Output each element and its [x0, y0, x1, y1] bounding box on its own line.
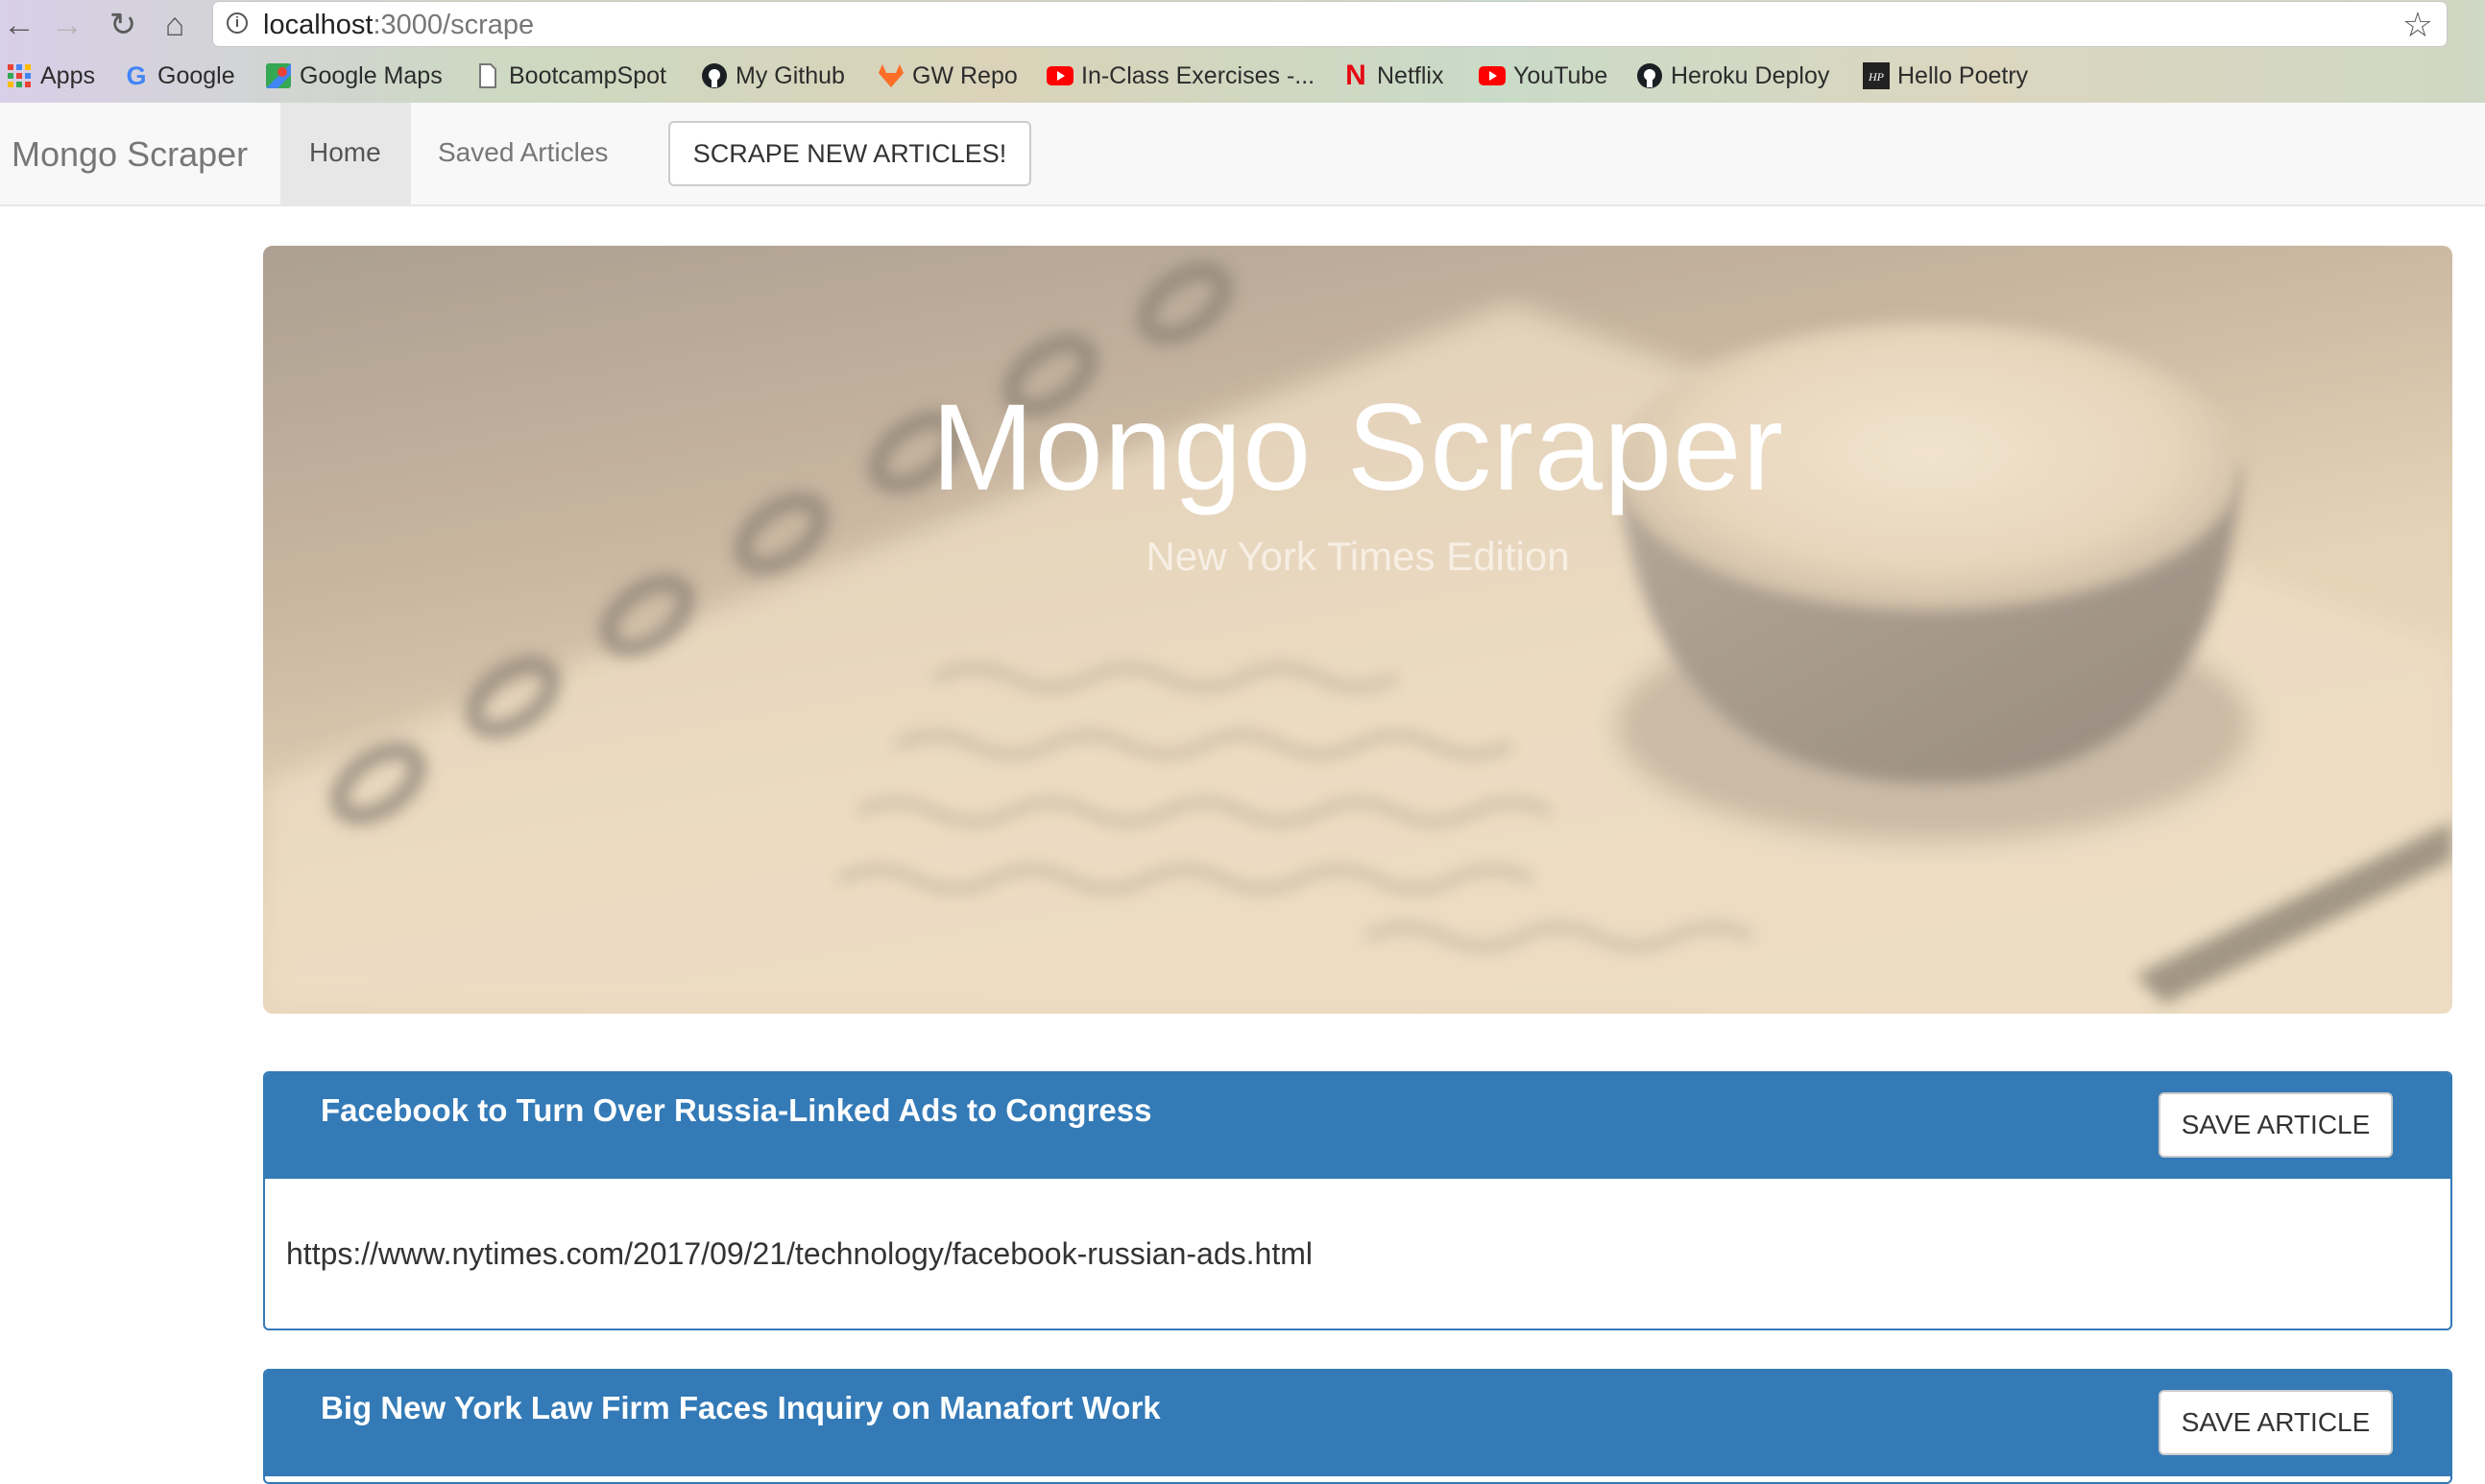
- forward-arrow-icon[interactable]: →: [48, 6, 86, 44]
- gitlab-icon: [878, 62, 905, 89]
- bookmark-label: My Github: [736, 61, 845, 89]
- bookmarks-bar: Apps G Google Google Maps BootcampSpot M…: [0, 54, 2485, 98]
- bookmark-label: GW Repo: [912, 61, 1018, 89]
- bookmark-label: Google Maps: [300, 61, 443, 89]
- nav-home-label: Home: [309, 137, 381, 167]
- bookmark-google[interactable]: G Google: [123, 60, 235, 92]
- url-host: localhost: [263, 10, 374, 40]
- nav-saved-label: Saved Articles: [438, 137, 609, 167]
- bookmark-bootcampspot[interactable]: BootcampSpot: [474, 60, 666, 92]
- nav-saved-articles[interactable]: Saved Articles: [411, 103, 632, 204]
- save-article-button[interactable]: SAVE ARTICLE: [2159, 1390, 2393, 1455]
- bookmark-label: Netflix: [1377, 61, 1444, 89]
- bookmark-star-icon[interactable]: ☆: [2402, 5, 2433, 45]
- bookmark-label: Hello Poetry: [1897, 61, 2029, 89]
- home-icon[interactable]: ⌂: [156, 6, 194, 44]
- navbar-brand[interactable]: Mongo Scraper: [12, 134, 248, 175]
- bookmark-apps[interactable]: Apps: [6, 60, 95, 92]
- url-path: :3000/scrape: [373, 10, 535, 40]
- back-arrow-icon[interactable]: ←: [0, 6, 38, 44]
- bookmark-heroku-deploy[interactable]: Heroku Deploy: [1636, 60, 1829, 92]
- article-panel: Facebook to Turn Over Russia-Linked Ads …: [263, 1071, 2452, 1330]
- github-icon: [701, 62, 728, 89]
- article-panel-heading: Big New York Law Firm Faces Inquiry on M…: [265, 1371, 2450, 1476]
- bookmark-in-class-exercises[interactable]: In-Class Exercises -...: [1047, 60, 1315, 92]
- browser-toolbar: ← → ↻ ⌂ i localhost:3000/scrape ☆: [0, 0, 2485, 50]
- bookmark-youtube[interactable]: YouTube: [1479, 60, 1607, 92]
- scrape-new-articles-button[interactable]: SCRAPE NEW ARTICLES!: [668, 121, 1031, 186]
- notebook-background-image: [263, 246, 2452, 1014]
- maps-icon: [265, 62, 292, 89]
- site-navbar: Mongo Scraper Home Saved Articles SCRAPE…: [0, 103, 2485, 206]
- article-link[interactable]: https://www.nytimes.com/2017/09/21/techn…: [286, 1236, 1313, 1272]
- netflix-icon: N: [1345, 60, 1366, 91]
- bookmark-my-github[interactable]: My Github: [701, 60, 845, 92]
- bookmark-label: YouTube: [1513, 61, 1608, 89]
- bookmark-google-maps[interactable]: Google Maps: [265, 60, 443, 92]
- apps-grid-icon: [6, 62, 33, 89]
- article-panel: Big New York Law Firm Faces Inquiry on M…: [263, 1369, 2452, 1484]
- bookmark-label: BootcampSpot: [509, 61, 666, 89]
- hp-icon: HP: [1863, 62, 1890, 89]
- nav-home[interactable]: Home: [280, 103, 411, 204]
- article-title[interactable]: Facebook to Turn Over Russia-Linked Ads …: [321, 1092, 1151, 1129]
- youtube-icon: [1479, 62, 1506, 89]
- bookmark-label: Google: [157, 61, 235, 89]
- article-title[interactable]: Big New York Law Firm Faces Inquiry on M…: [321, 1390, 1161, 1426]
- address-bar[interactable]: i localhost:3000/scrape ☆: [213, 2, 2447, 46]
- jumbotron-title: Mongo Scraper: [930, 379, 1785, 516]
- article-panel-heading: Facebook to Turn Over Russia-Linked Ads …: [265, 1073, 2450, 1179]
- youtube-icon: [1047, 62, 1074, 89]
- reload-icon[interactable]: ↻: [104, 6, 142, 44]
- bookmark-gw-repo[interactable]: GW Repo: [878, 60, 1018, 92]
- bookmark-netflix[interactable]: N Netflix: [1342, 60, 1443, 92]
- browser-chrome: ← → ↻ ⌂ i localhost:3000/scrape ☆ Apps G…: [0, 0, 2485, 103]
- svg-text:HP: HP: [1868, 70, 1885, 84]
- jumbotron-subtitle: New York Times Edition: [1146, 534, 1570, 579]
- page-icon: [474, 62, 501, 89]
- bookmark-label: In-Class Exercises -...: [1081, 61, 1315, 89]
- info-icon[interactable]: i: [227, 12, 248, 34]
- bookmark-hello-poetry[interactable]: HP Hello Poetry: [1863, 60, 2028, 92]
- github-icon: [1636, 62, 1663, 89]
- jumbotron: Mongo Scraper New York Times Edition: [263, 246, 2452, 1014]
- bookmark-label: Apps: [40, 61, 95, 89]
- google-icon: G: [126, 60, 147, 90]
- url-text[interactable]: localhost:3000/scrape: [263, 10, 534, 41]
- bookmark-label: Heroku Deploy: [1671, 61, 1830, 89]
- save-article-button[interactable]: SAVE ARTICLE: [2159, 1092, 2393, 1158]
